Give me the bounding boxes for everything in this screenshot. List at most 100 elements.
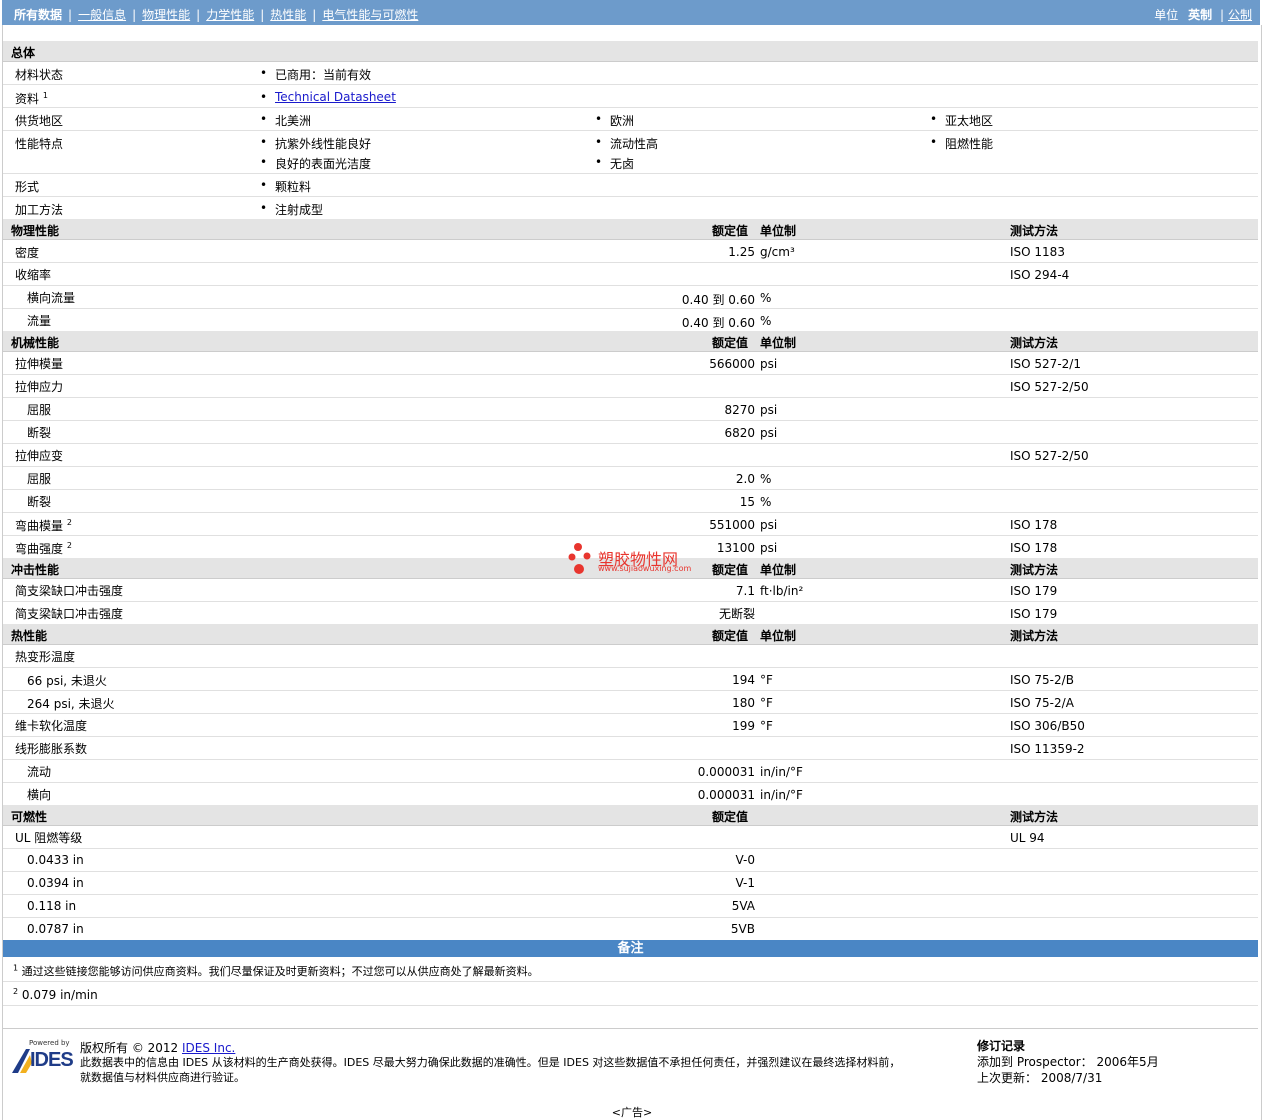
- tab-physical[interactable]: 物理性能: [142, 8, 190, 22]
- ides-inc-link[interactable]: IDES Inc.: [182, 1041, 235, 1055]
- row-label: 简支梁缺口冲击强度: [15, 607, 124, 621]
- row-label: 264 psi, 未退火: [27, 697, 115, 711]
- row-label: 0.0787 in: [27, 922, 84, 936]
- row-ul-thickness: 0.0394 in V-1: [3, 872, 1258, 895]
- row-ul-thickness: 0.0433 in V-0: [3, 849, 1258, 872]
- row-unit: °F: [760, 719, 773, 733]
- note-1: 1 通过这些链接您能够访问供应商资料。我们尽量保证及时更新资料；不过您可以从供应…: [3, 958, 1258, 982]
- row-test: ISO 306/B50: [1010, 719, 1085, 733]
- row-label: 性能特点: [15, 137, 64, 151]
- row-label: 断裂: [27, 495, 52, 509]
- row-value: 无断裂: [718, 607, 755, 621]
- row-tensile-stress: 拉伸应力 ISO 527-2/50: [3, 375, 1258, 398]
- tab-mechanical[interactable]: 力学性能: [206, 8, 254, 22]
- tab-all-data[interactable]: 所有数据: [14, 8, 62, 22]
- footer: Powered by IDES 版权所有 © 2012 IDES Inc. 此数…: [3, 1028, 1258, 1099]
- ides-logo: Powered by IDES: [10, 1039, 74, 1075]
- revision-added: 添加到 Prospector： 2006年5月: [977, 1055, 1159, 1069]
- section-header-flammability: 可燃性 额定值 测试方法: [3, 805, 1258, 826]
- col-nominal: 额定值: [712, 336, 749, 350]
- col-test: 测试方法: [1010, 810, 1059, 824]
- note-text: 2 0.079 in/min: [13, 987, 98, 1002]
- row-value: 6820: [724, 426, 755, 440]
- row-shrinkage-flow: 流量 0.40 到 0.60 %: [3, 309, 1258, 330]
- note-text: 1 通过这些链接您能够访问供应商资料。我们尽量保证及时更新资料；不过您可以从供应…: [13, 963, 539, 978]
- row-label: 横向: [27, 788, 52, 802]
- row-label: 热变形温度: [15, 650, 76, 664]
- row-label: 66 psi, 未退火: [27, 674, 107, 688]
- row-value: 0.40 到 0.60: [681, 316, 755, 330]
- row-charpy-1: 简支梁缺口冲击强度 7.1 ft·lb/in² ISO 179: [3, 579, 1258, 602]
- row-supply: 供货地区 北美洲 欧洲 亚太地区: [3, 108, 1258, 131]
- row-hdt-264: 264 psi, 未退火 180 °F ISO 75-2/A: [3, 691, 1258, 714]
- row-ul-thickness: 0.0787 in 5VB: [3, 918, 1258, 939]
- row-value: 颗粒料: [260, 178, 311, 195]
- row-stress-break: 断裂 6820 psi: [3, 421, 1258, 444]
- tab-electrical-flammability[interactable]: 电气性能与可燃性: [322, 8, 418, 22]
- row-tensile-modulus: 拉伸模量 566000 psi ISO 527-2/1: [3, 352, 1258, 375]
- row-test: ISO 527-2/50: [1010, 449, 1089, 463]
- supply-region: 欧洲: [595, 112, 634, 129]
- row-label: 弯曲模量 2: [15, 518, 72, 533]
- row-test: ISO 527-2/50: [1010, 380, 1089, 394]
- section-header-thermal: 热性能 额定值 单位制 测试方法: [3, 624, 1258, 645]
- row-ul-thickness: 0.118 in 5VA: [3, 895, 1258, 918]
- row-clte: 线形膨胀系数 ISO 11359-2: [3, 737, 1258, 760]
- section-header-physical: 物理性能 额定值 单位制 测试方法: [3, 219, 1258, 240]
- unit-imperial[interactable]: 英制: [1188, 8, 1212, 22]
- feature-item: 流动性高: [595, 135, 658, 152]
- row-test: ISO 178: [1010, 518, 1058, 532]
- supply-region: 亚太地区: [930, 112, 993, 129]
- row-label: 拉伸模量: [15, 357, 64, 371]
- section-title: 机械性能: [11, 336, 60, 350]
- row-strain-yield: 屈服 2.0 %: [3, 467, 1258, 490]
- row-label: 资料 1: [15, 91, 48, 106]
- col-unit: 单位制: [760, 224, 797, 238]
- note-2: 2 0.079 in/min: [3, 982, 1258, 1006]
- row-value: V-0: [735, 853, 755, 867]
- row-process: 加工方法 注射成型: [3, 197, 1258, 218]
- row-unit: %: [760, 314, 772, 328]
- row-density: 密度 1.25 g/cm³ ISO 1183: [3, 240, 1258, 263]
- row-test: ISO 527-2/1: [1010, 357, 1081, 371]
- row-shrinkage: 收缩率 ISO 294-4: [3, 263, 1258, 286]
- row-shrinkage-cross: 横向流量 0.40 到 0.60 %: [3, 286, 1258, 309]
- row-flexural-modulus: 弯曲模量 2 551000 psi ISO 178: [3, 513, 1258, 536]
- row-charpy-2: 简支梁缺口冲击强度 无断裂 ISO 179: [3, 602, 1258, 623]
- row-label: 屈服: [27, 403, 52, 417]
- row-label: 形式: [15, 180, 40, 194]
- row-value: 15: [739, 495, 755, 509]
- row-label: 线形膨胀系数: [15, 742, 88, 756]
- row-unit: psi: [760, 426, 778, 440]
- row-test: ISO 179: [1010, 584, 1058, 598]
- row-unit: %: [760, 472, 772, 486]
- feature-item: 无卤: [595, 155, 634, 172]
- unit-metric-link[interactable]: 公制: [1228, 8, 1252, 22]
- row-ul-rating: UL 阻燃等级 UL 94: [3, 826, 1258, 849]
- advertisement-placeholder[interactable]: <广告>: [0, 1104, 1264, 1120]
- row-value: 已商用：当前有效: [260, 66, 371, 83]
- row-unit: °F: [760, 696, 773, 710]
- row-label: 材料状态: [15, 68, 64, 82]
- row-unit: psi: [760, 518, 778, 532]
- row-label: 0.0433 in: [27, 853, 84, 867]
- row-clte-flow: 流动 0.000031 in/in/°F: [3, 760, 1258, 783]
- units-label: 单位: [1154, 8, 1179, 22]
- row-test: ISO 178: [1010, 541, 1058, 555]
- row-value: 1.25: [728, 245, 755, 259]
- row-test: ISO 179: [1010, 607, 1058, 621]
- tab-general-info[interactable]: 一般信息: [78, 8, 126, 22]
- row-value: Technical Datasheet: [260, 90, 396, 104]
- row-test: ISO 75-2/A: [1010, 696, 1074, 710]
- row-label: 维卡软化温度: [15, 719, 88, 733]
- row-unit: in/in/°F: [760, 765, 803, 779]
- technical-datasheet-link[interactable]: Technical Datasheet: [275, 90, 396, 104]
- feature-item: 良好的表面光洁度: [260, 155, 371, 172]
- row-value: 180: [732, 696, 755, 710]
- row-label: 弯曲强度 2: [15, 541, 72, 556]
- tab-thermal[interactable]: 热性能: [270, 8, 306, 22]
- col-test: 测试方法: [1010, 224, 1059, 238]
- row-label: 密度: [15, 246, 40, 260]
- col-test: 测试方法: [1010, 336, 1059, 350]
- row-label: 屈服: [27, 472, 52, 486]
